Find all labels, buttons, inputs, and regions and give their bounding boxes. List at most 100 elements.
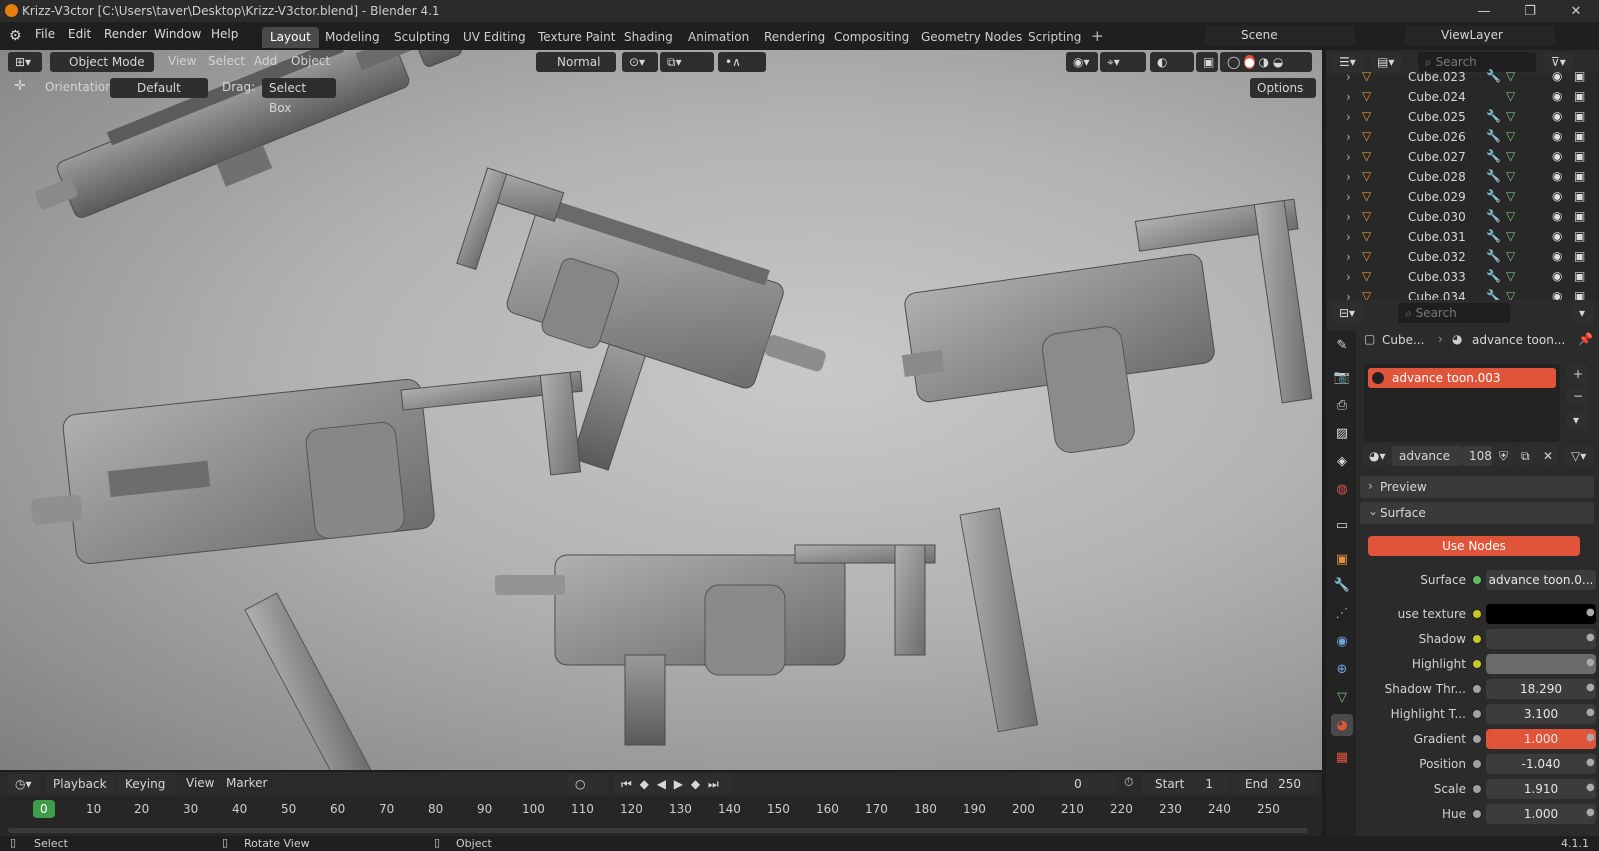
- texture-tab-icon[interactable]: ▦: [1331, 746, 1353, 768]
- input-value-field[interactable]: 3.100: [1486, 704, 1596, 724]
- expand-chevron-icon[interactable]: ›: [1346, 170, 1351, 184]
- input-value-field[interactable]: 1.910: [1486, 779, 1596, 799]
- transform-orientation-selector[interactable]: Normal: [536, 52, 616, 72]
- timeline-editor-type[interactable]: ◷▾: [8, 774, 40, 794]
- eye-icon[interactable]: ◉: [1552, 129, 1562, 143]
- orientation-selector[interactable]: Default: [110, 78, 208, 98]
- visibility-button[interactable]: ◉▾: [1066, 52, 1098, 72]
- keyframe-dot-icon[interactable]: ●: [1586, 807, 1595, 818]
- eye-icon[interactable]: ◉: [1552, 149, 1562, 163]
- expand-chevron-icon[interactable]: ›: [1346, 110, 1351, 124]
- outliner-row[interactable]: › ▽ Cube.026 🔧 ▽ ◉ ▣: [1326, 128, 1599, 148]
- menu-edit[interactable]: Edit: [68, 27, 91, 41]
- start-frame-field[interactable]: Start 1: [1142, 774, 1228, 794]
- eye-icon[interactable]: ◉: [1552, 269, 1562, 283]
- modifier-tab-icon[interactable]: 🔧: [1331, 574, 1353, 596]
- timeline-menu-marker[interactable]: Marker: [226, 776, 267, 790]
- menu-render[interactable]: Render: [104, 27, 147, 41]
- eye-icon[interactable]: ◉: [1552, 169, 1562, 183]
- tab-texture-paint[interactable]: Texture Paint: [530, 27, 623, 48]
- xray-button[interactable]: ▣: [1196, 52, 1218, 72]
- playback-controls[interactable]: ⏮ ◆ ◀ ▶ ◆ ⏭: [614, 774, 732, 794]
- preview-panel-header[interactable]: › Preview: [1360, 476, 1594, 498]
- timeline-menu-view[interactable]: View: [186, 776, 214, 790]
- menu-select[interactable]: Select: [208, 54, 245, 68]
- mode-selector[interactable]: Object Mode: [50, 52, 154, 72]
- outliner-row[interactable]: › ▽ Cube.032 🔧 ▽ ◉ ▣: [1326, 248, 1599, 268]
- prev-keyframe-icon[interactable]: ◆: [640, 777, 651, 791]
- output-tab-icon[interactable]: ⎙: [1331, 394, 1353, 416]
- menu-window[interactable]: Window: [154, 27, 201, 41]
- keyframe-dot-icon[interactable]: ●: [1586, 707, 1595, 718]
- expand-chevron-icon[interactable]: ›: [1346, 230, 1351, 244]
- next-keyframe-icon[interactable]: ◆: [691, 777, 702, 791]
- jump-start-icon[interactable]: ⏮: [621, 777, 634, 791]
- scene-tab-icon[interactable]: ◈: [1331, 450, 1353, 472]
- view-layer-tab-icon[interactable]: ▨: [1331, 422, 1353, 444]
- properties-options-button[interactable]: ▾: [1572, 303, 1594, 323]
- menu-add[interactable]: Add: [254, 54, 277, 68]
- camera-icon[interactable]: ▣: [1574, 229, 1585, 243]
- tab-shading[interactable]: Shading: [616, 27, 681, 48]
- input-value-field[interactable]: [1486, 654, 1596, 674]
- eye-icon[interactable]: ◉: [1552, 209, 1562, 223]
- material-name-field[interactable]: advance ...: [1392, 446, 1462, 483]
- keyframe-dot-icon[interactable]: ●: [1586, 757, 1595, 768]
- solid-shading-icon[interactable]: ●: [1244, 55, 1255, 69]
- surface-shader-field[interactable]: advance toon.0...: [1486, 570, 1596, 590]
- camera-icon[interactable]: ▣: [1574, 129, 1585, 143]
- scene-selector[interactable]: Scene: [1205, 25, 1355, 45]
- eye-icon[interactable]: ◉: [1552, 89, 1562, 103]
- keyframe-dot-icon[interactable]: ●: [1586, 657, 1595, 668]
- timeline[interactable]: ◷▾ Playback Keying View Marker ○ ⏮ ◆ ◀ ▶…: [0, 772, 1322, 836]
- menu-file[interactable]: File: [35, 27, 55, 41]
- pivot-button[interactable]: ⊙▾: [622, 52, 658, 72]
- use-nodes-button[interactable]: Use Nodes: [1368, 536, 1580, 556]
- unlink-material-button[interactable]: ✕: [1536, 446, 1558, 466]
- keyframe-dot-icon[interactable]: ●: [1586, 607, 1595, 618]
- keyframe-dot-icon[interactable]: ●: [1586, 782, 1595, 793]
- expand-chevron-icon[interactable]: ›: [1346, 90, 1351, 104]
- constraints-tab-icon[interactable]: ⊕: [1331, 658, 1353, 680]
- camera-icon[interactable]: ▣: [1574, 189, 1585, 203]
- add-slot-button[interactable]: +: [1566, 364, 1588, 384]
- expand-chevron-icon[interactable]: ›: [1346, 270, 1351, 284]
- physics-tab-icon[interactable]: ◉: [1331, 630, 1353, 652]
- expand-chevron-icon[interactable]: ›: [1346, 250, 1351, 264]
- keyframe-dot-icon[interactable]: ●: [1586, 682, 1595, 693]
- collection-tab-icon[interactable]: ▭: [1331, 514, 1353, 536]
- expand-chevron-icon[interactable]: ›: [1346, 150, 1351, 164]
- rendered-shading-icon[interactable]: ◒: [1273, 55, 1283, 69]
- outliner-row[interactable]: › ▽ Cube.033 🔧 ▽ ◉ ▣: [1326, 268, 1599, 288]
- outliner-row[interactable]: › ▽ Cube.028 🔧 ▽ ◉ ▣: [1326, 168, 1599, 188]
- input-value-field[interactable]: [1486, 604, 1596, 624]
- current-frame-field[interactable]: 0: [1040, 774, 1116, 794]
- input-value-field[interactable]: 18.290: [1486, 679, 1596, 699]
- eye-icon[interactable]: ◉: [1552, 109, 1562, 123]
- editor-type-button[interactable]: ⊞▾: [8, 52, 42, 72]
- expand-chevron-icon[interactable]: ›: [1346, 190, 1351, 204]
- input-value-field[interactable]: [1486, 629, 1596, 649]
- surface-panel-header[interactable]: ⌄ Surface: [1360, 502, 1594, 524]
- outliner-row[interactable]: › ▽ Cube.029 🔧 ▽ ◉ ▣: [1326, 188, 1599, 208]
- tab-sculpting[interactable]: Sculpting: [386, 27, 458, 48]
- expand-chevron-icon[interactable]: ›: [1346, 210, 1351, 224]
- tab-modeling[interactable]: Modeling: [317, 27, 388, 48]
- keyframe-dot-icon[interactable]: ●: [1586, 732, 1595, 743]
- input-value-field[interactable]: 1.000: [1486, 804, 1596, 824]
- tab-geometry-nodes[interactable]: Geometry Nodes: [913, 27, 1030, 48]
- maximize-button[interactable]: ❐: [1507, 0, 1553, 22]
- tab-layout[interactable]: Layout: [262, 27, 319, 48]
- play-reverse-icon[interactable]: ◀: [657, 777, 668, 791]
- camera-icon[interactable]: ▣: [1574, 209, 1585, 223]
- expand-chevron-icon[interactable]: ›: [1346, 130, 1351, 144]
- eye-icon[interactable]: ◉: [1552, 189, 1562, 203]
- options-button[interactable]: Options: [1250, 78, 1316, 98]
- world-tab-icon[interactable]: ◍: [1331, 478, 1353, 500]
- timeline-scrollbar[interactable]: [8, 828, 1308, 833]
- properties-search-input[interactable]: ⌕ Search: [1398, 303, 1510, 323]
- viewlayer-selector[interactable]: ViewLayer: [1405, 25, 1555, 45]
- outliner-row[interactable]: › ▽ Cube.027 🔧 ▽ ◉ ▣: [1326, 148, 1599, 168]
- camera-icon[interactable]: ▣: [1574, 169, 1585, 183]
- object-tab-icon[interactable]: ▣: [1331, 548, 1353, 570]
